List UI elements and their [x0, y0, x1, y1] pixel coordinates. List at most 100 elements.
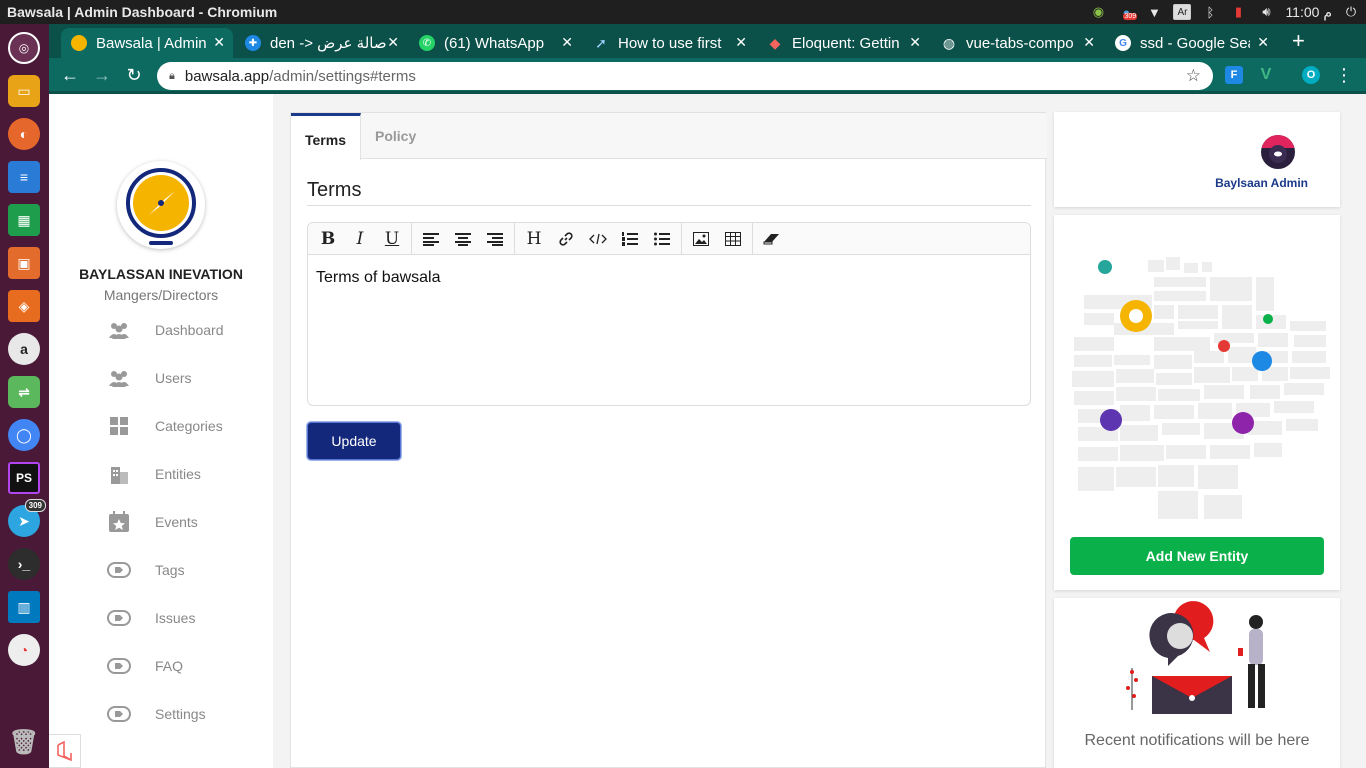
- add-new-entity-button[interactable]: Add New Entity: [1070, 537, 1324, 575]
- sidebar-item-dashboard[interactable]: Dashboard: [107, 318, 224, 342]
- align-left-button[interactable]: [415, 223, 447, 255]
- sidebar-item-categories[interactable]: Categories: [107, 414, 223, 438]
- wifi-icon[interactable]: ▼: [1145, 4, 1163, 20]
- close-icon[interactable]: ✕: [387, 34, 399, 51]
- telegram-tray-icon[interactable]: ● 309: [1117, 4, 1138, 20]
- new-tab-icon[interactable]: +: [1292, 30, 1305, 52]
- table-button[interactable]: [717, 223, 749, 255]
- sidebar-item-faq[interactable]: FAQ: [107, 654, 183, 678]
- toolbar-divider: [681, 223, 682, 255]
- clear-format-button[interactable]: [756, 223, 788, 255]
- bookmark-star-icon[interactable]: ☆: [1186, 66, 1201, 86]
- sidebar-item-tags[interactable]: Tags: [107, 558, 185, 582]
- close-icon[interactable]: ✕: [213, 34, 225, 51]
- sidebar-item-settings[interactable]: Settings: [107, 702, 206, 726]
- toolbar-divider: [752, 223, 753, 255]
- close-icon[interactable]: ✕: [1083, 34, 1095, 51]
- calc-icon[interactable]: ▦: [8, 204, 40, 236]
- gallery-favicon-icon: ✚: [245, 35, 261, 51]
- address-bar[interactable]: 🔒︎ bawsala.app/admin/settings#terms ☆: [157, 62, 1213, 90]
- tab-vue-tabs[interactable]: ◍ vue-tabs-compo ✕: [931, 28, 1103, 58]
- telegram-icon[interactable]: ➤ 309: [8, 499, 46, 537]
- ubuntu-icon[interactable]: ◎: [8, 32, 40, 64]
- sidebar-item-issues[interactable]: Issues: [107, 606, 195, 630]
- terminal-icon[interactable]: ›_: [8, 548, 40, 580]
- close-icon[interactable]: ✕: [909, 34, 921, 51]
- back-icon[interactable]: ←: [59, 65, 81, 86]
- calendar-star-icon: [107, 511, 131, 533]
- close-icon[interactable]: ✕: [561, 34, 573, 51]
- eraser-icon: [763, 233, 779, 244]
- software-center-icon[interactable]: ◈: [8, 290, 40, 322]
- battery-icon[interactable]: ▮: [1229, 4, 1247, 20]
- phpstorm-icon[interactable]: PS: [8, 462, 40, 494]
- profile-avatar[interactable]: O: [1302, 66, 1320, 84]
- align-left-icon: [423, 232, 439, 246]
- toggle-app-icon[interactable]: ⇌: [8, 376, 40, 408]
- tab-terms[interactable]: Terms: [291, 113, 361, 160]
- sidebar-item-users[interactable]: Users: [107, 366, 192, 390]
- link-button[interactable]: [550, 223, 582, 255]
- extension-vue-icon[interactable]: V: [1257, 66, 1275, 84]
- pie-app-icon[interactable]: ◔: [8, 634, 40, 666]
- firefox-icon[interactable]: ◐: [8, 118, 40, 150]
- tab-whatsapp[interactable]: ✆ (61) WhatsApp ✕: [409, 28, 581, 58]
- settings-tabs: Terms Policy: [291, 113, 1047, 160]
- settings-card: Terms Policy Terms B I U H Terms of baws…: [290, 112, 1047, 768]
- tab-eloquent[interactable]: ◆ Eloquent: Gettin ✕: [757, 28, 929, 58]
- laravel-debugbar-icon[interactable]: [49, 734, 81, 768]
- launcher-dock: ◎ ▭ ◐ ≡ ▦ ▣ ◈ a ⇌ ◯ PS ➤ 309 ›_ ▥ ◔ 🗑︎: [0, 24, 49, 768]
- keyboard-layout-icon[interactable]: Ar: [1173, 4, 1192, 20]
- close-icon[interactable]: ✕: [735, 34, 747, 51]
- files-icon[interactable]: ▭: [8, 75, 40, 107]
- rich-text-editor: B I U H Terms of bawsala: [307, 222, 1031, 406]
- menu-icon[interactable]: ⋮: [1333, 65, 1355, 86]
- grid-icon: [107, 415, 131, 437]
- divider: [307, 205, 1031, 206]
- window-title: Bawsala | Admin Dashboard - Chromium: [7, 4, 278, 20]
- tab-gallery[interactable]: ✚ den -> صالة عرض ✕: [235, 28, 407, 58]
- reload-icon[interactable]: ↻: [123, 65, 145, 86]
- trash-icon[interactable]: 🗑︎: [8, 726, 40, 758]
- people-icon: [1232, 412, 1254, 434]
- code-icon: [589, 233, 607, 244]
- avatar[interactable]: [1261, 135, 1295, 169]
- tab-policy[interactable]: Policy: [361, 113, 430, 159]
- volume-icon[interactable]: 🔊︎: [1257, 4, 1275, 20]
- sidebar-item-events[interactable]: Events: [107, 510, 198, 534]
- page: BAYLASSAN INEVATION Mangers/Directors Da…: [49, 94, 1366, 768]
- clock[interactable]: 11:00 م: [1285, 4, 1332, 21]
- os-top-bar: Bawsala | Admin Dashboard - Chromium ◉ ●…: [0, 0, 1366, 24]
- tab-google[interactable]: G ssd - Google Sea ✕: [1105, 28, 1277, 58]
- tab-how-to[interactable]: ➚ How to use first ✕: [583, 28, 755, 58]
- tag-icon: [107, 703, 131, 725]
- trello-icon[interactable]: ▥: [8, 591, 40, 623]
- bluetooth-icon[interactable]: ᛒ: [1201, 4, 1219, 20]
- image-icon: [693, 231, 709, 246]
- align-right-button[interactable]: [479, 223, 511, 255]
- impress-icon[interactable]: ▣: [8, 247, 40, 279]
- update-button[interactable]: Update: [307, 422, 401, 460]
- heading-button[interactable]: H: [518, 223, 550, 255]
- italic-button[interactable]: I: [344, 223, 376, 255]
- nvidia-icon[interactable]: ◉: [1089, 4, 1107, 20]
- writer-icon[interactable]: ≡: [8, 161, 40, 193]
- bullet-list-button[interactable]: [646, 223, 678, 255]
- entity-map-card: Add New Entity: [1054, 215, 1340, 590]
- extension-f-icon[interactable]: F: [1225, 66, 1243, 84]
- chromium-icon[interactable]: ◯: [8, 419, 40, 451]
- amazon-icon[interactable]: a: [8, 333, 40, 365]
- globe-favicon-icon: ◍: [942, 34, 956, 51]
- ordered-list-button[interactable]: [614, 223, 646, 255]
- underline-button[interactable]: U: [376, 223, 408, 255]
- close-icon[interactable]: ✕: [1257, 34, 1269, 51]
- code-button[interactable]: [582, 223, 614, 255]
- bold-button[interactable]: B: [312, 223, 344, 255]
- sidebar-item-entities[interactable]: Entities: [107, 462, 201, 486]
- image-button[interactable]: [685, 223, 717, 255]
- power-icon[interactable]: ⏻: [1342, 4, 1360, 20]
- editor-content-area[interactable]: Terms of bawsala: [308, 255, 1030, 301]
- align-center-button[interactable]: [447, 223, 479, 255]
- tab-bawsala[interactable]: Bawsala | Admin ✕: [61, 28, 233, 58]
- forward-icon[interactable]: →: [91, 65, 113, 86]
